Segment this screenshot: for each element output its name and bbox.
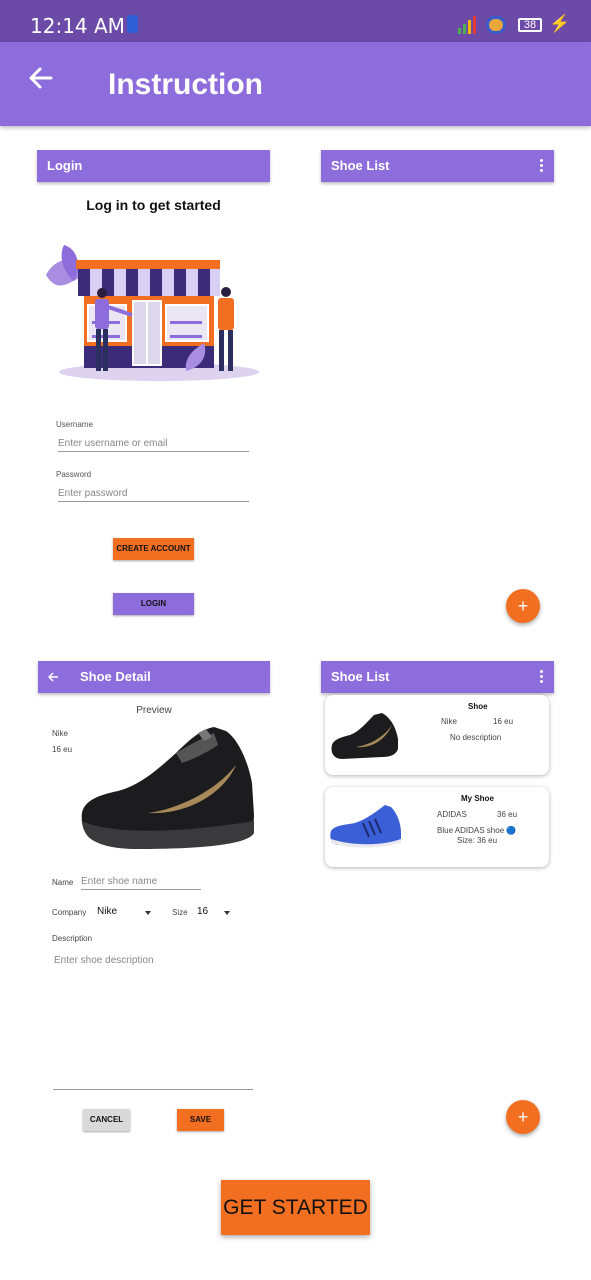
add-shoe-fab[interactable]: +	[506, 1100, 540, 1134]
shoe-card-name: Shoe	[468, 702, 488, 711]
add-shoe-fab[interactable]: +	[506, 589, 540, 623]
shoe-list-panel-title: Shoe List	[331, 669, 390, 684]
sim-icon	[127, 15, 138, 33]
username-field[interactable]: Enter username or email	[58, 438, 249, 452]
get-started-button[interactable]: GET STARTED	[221, 1180, 370, 1235]
login-heading: Log in to get started	[86, 197, 221, 213]
shoe-thumbnail	[331, 713, 398, 759]
charging-icon: ⚡	[549, 14, 571, 33]
shoe-detail-panel-bar: Shoe Detail	[38, 661, 270, 693]
shoe-list-panel-bar: Shoe List	[321, 661, 554, 693]
shoe-card-company: Nike	[441, 717, 458, 726]
shoe-name-input[interactable]: Enter shoe name	[81, 876, 201, 890]
login-panel-bar: Login	[37, 150, 270, 182]
shoe-thumbnail	[330, 805, 401, 848]
preview-company: Nike	[52, 729, 69, 738]
app-bar: Instruction	[0, 42, 591, 126]
create-account-button[interactable]: CREATE ACCOUNT	[113, 538, 194, 560]
page-title: Instruction	[108, 68, 263, 101]
company-label: Company	[52, 908, 87, 917]
save-button[interactable]: SAVE	[177, 1109, 224, 1131]
shoe-card-description: No description	[450, 733, 502, 742]
shoe-list-panel-bar: Shoe List	[321, 150, 554, 182]
preview-size: 16 eu	[52, 745, 73, 754]
password-label: Password	[56, 470, 92, 479]
back-arrow-icon[interactable]	[48, 672, 59, 682]
name-label: Name	[52, 878, 74, 887]
shoe-card-size-line: Size: 36 eu	[457, 836, 498, 845]
login-button[interactable]: LOGIN	[113, 593, 194, 615]
overflow-menu-icon[interactable]	[540, 159, 544, 173]
battery-icon: 38	[518, 18, 542, 32]
description-label: Description	[52, 934, 93, 943]
username-label: Username	[56, 420, 93, 429]
chevron-down-icon[interactable]	[145, 911, 151, 915]
shoe-card[interactable]: My Shoe ADIDAS 36 eu Blue ADIDAS shoe 🔵 …	[325, 787, 549, 867]
signal-icon	[458, 16, 476, 34]
description-input[interactable]: Enter shoe description	[53, 955, 253, 1090]
size-dropdown[interactable]: 16	[197, 906, 208, 917]
shoe-card-size: 16 eu	[493, 717, 514, 726]
back-arrow-icon[interactable]	[27, 64, 55, 92]
shoe-card-size: 36 eu	[497, 810, 518, 819]
status-time: 12:14 AM	[30, 14, 125, 38]
company-dropdown[interactable]: Nike	[97, 906, 117, 917]
data-saver-icon	[486, 16, 506, 34]
shoe-card-company: ADIDAS	[437, 810, 467, 819]
chevron-down-icon[interactable]	[224, 911, 230, 915]
login-panel-title: Login	[47, 158, 83, 173]
overflow-menu-icon[interactable]	[540, 670, 544, 684]
size-label: Size	[172, 908, 188, 917]
shoe-card-description: Blue ADIDAS shoe 🔵	[437, 826, 517, 835]
cancel-button[interactable]: CANCEL	[83, 1109, 130, 1131]
status-bar: 12:14 AM 38 ⚡	[0, 0, 591, 42]
shoe-store-illustration	[46, 245, 259, 381]
shoe-list-panel-title: Shoe List	[331, 158, 390, 173]
password-field[interactable]: Enter password	[58, 488, 249, 502]
shoe-detail-panel-title: Shoe Detail	[80, 669, 151, 684]
nike-shoe-image	[81, 727, 255, 849]
preview-label: Preview	[136, 705, 172, 716]
shoe-card-name: My Shoe	[461, 794, 494, 803]
shoe-card[interactable]: Shoe Nike 16 eu No description	[325, 695, 549, 775]
